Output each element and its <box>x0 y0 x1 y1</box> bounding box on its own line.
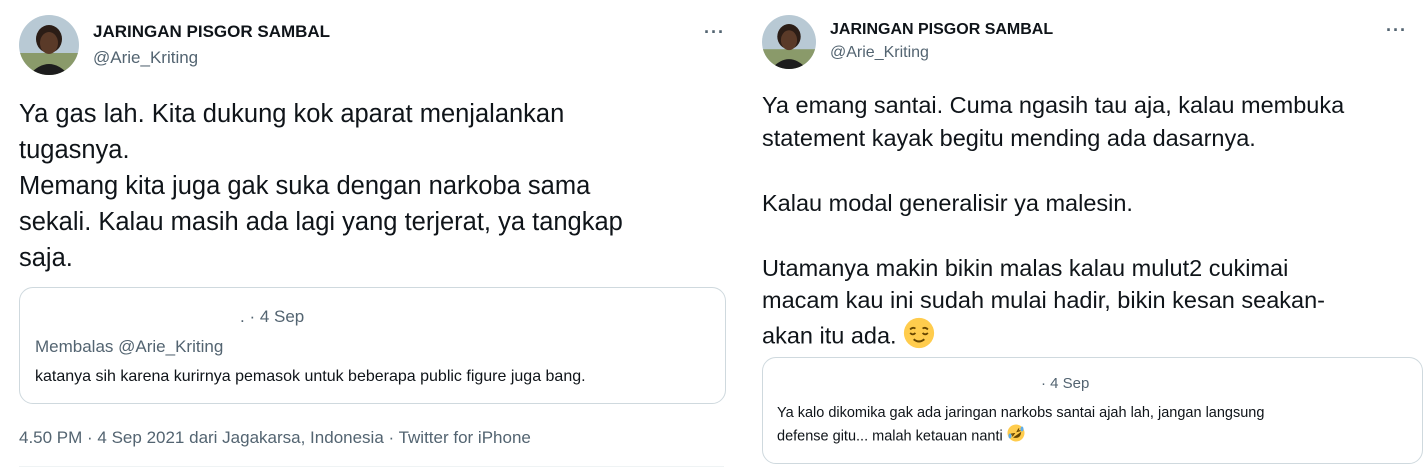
relieved-face-emoji-icon <box>903 317 935 358</box>
quoted-tweet-meta: · 4 Sep <box>1041 375 1090 392</box>
more-options-icon[interactable]: ··· <box>704 22 725 43</box>
avatar-image <box>762 15 816 69</box>
user-handle[interactable]: @Arie_Kriting <box>830 44 929 62</box>
replying-to[interactable]: Membalas @Arie_Kriting <box>35 337 223 357</box>
rolling-on-floor-laughing-emoji-icon <box>1007 424 1025 449</box>
tweet-text: Ya gas lah. Kita dukung kok aparat menja… <box>19 100 623 272</box>
tweet-timestamp[interactable]: 4.50 PM · 4 Sep 2021 dari Jagakarsa, Ind… <box>19 428 531 448</box>
tweet-right: JARINGAN PISGOR SAMBAL @Arie_Kriting ···… <box>745 0 1423 470</box>
tweet-text: Ya emang santai. Cuma ngasih tau aja, ka… <box>762 92 1345 348</box>
avatar-image <box>19 15 79 75</box>
more-options-icon[interactable]: ··· <box>1386 20 1407 41</box>
divider <box>19 466 724 467</box>
quoted-tweet-meta: . · 4 Sep <box>240 307 305 326</box>
quoted-tweet[interactable]: . · 4 Sep Membalas @Arie_Kriting katanya… <box>19 287 726 404</box>
display-name[interactable]: JARINGAN PISGOR SAMBAL <box>830 21 1053 39</box>
user-handle[interactable]: @Arie_Kriting <box>93 48 198 68</box>
tweet-left: JARINGAN PISGOR SAMBAL @Arie_Kriting ···… <box>0 0 745 470</box>
display-name[interactable]: JARINGAN PISGOR SAMBAL <box>93 22 330 42</box>
quoted-tweet-text: katanya sih karena kurirnya pemasok untu… <box>35 368 586 385</box>
quoted-tweet-body: Ya kalo dikomika gak ada jaringan narkob… <box>777 402 1417 449</box>
avatar[interactable] <box>762 15 816 69</box>
tweet-body: Ya emang santai. Cuma ngasih tau aja, ka… <box>762 89 1417 357</box>
quoted-tweet[interactable]: · 4 Sep Ya kalo dikomika gak ada jaringa… <box>762 357 1423 464</box>
avatar[interactable] <box>19 15 79 75</box>
